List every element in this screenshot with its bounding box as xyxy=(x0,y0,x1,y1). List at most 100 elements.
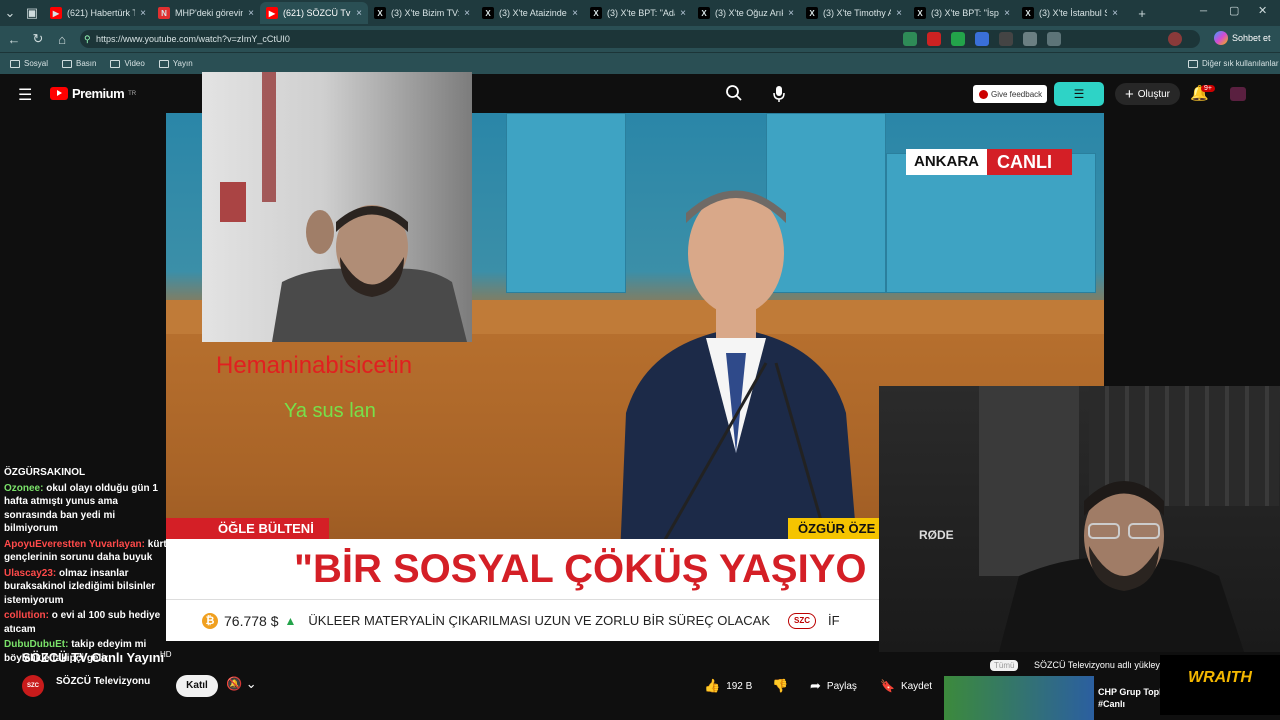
copilot-icon xyxy=(1214,31,1228,45)
tab-close-icon[interactable]: × xyxy=(140,8,146,19)
workspaces-icon[interactable]: ▣ xyxy=(20,5,44,21)
url-text: https://www.youtube.com/watch?v=zImY_cCt… xyxy=(96,34,290,44)
channel-avatar[interactable]: SZC xyxy=(22,675,44,697)
microphone-icon[interactable] xyxy=(772,85,786,103)
extension-icon[interactable] xyxy=(999,32,1013,46)
bookmark-folder[interactable]: Video xyxy=(110,59,145,68)
tab-menu-chevron-icon[interactable]: ⌄ xyxy=(0,5,20,21)
wall-poster xyxy=(220,182,246,222)
folder-icon xyxy=(110,59,121,68)
extensions-puzzle-icon[interactable] xyxy=(1047,32,1061,46)
mic-brand: RØDE xyxy=(919,528,954,542)
tab-title: (3) X'te BPT: "İspan xyxy=(931,8,999,18)
ticker-text: ÜKLEER MATERYALİN ÇIKARILMASI UZUN VE ZO… xyxy=(308,613,770,628)
youtube-premium-logo[interactable]: Premium TR xyxy=(50,86,136,101)
bookmark-folder[interactable]: Sosyal xyxy=(10,59,48,68)
back-arrow-icon[interactable]: ← xyxy=(2,32,26,47)
feedback-icon xyxy=(979,89,988,99)
copilot-chat-button[interactable]: Sohbet et xyxy=(1214,31,1271,45)
bookmark-folder[interactable]: Yayın xyxy=(158,59,193,68)
window-minimize-button[interactable]: ─ xyxy=(1200,6,1207,17)
chat-message: ApoyuEverestten Yuvarlayan: kürt gençler… xyxy=(0,538,175,565)
browser-tab[interactable]: X (3) X'te Timothy As × xyxy=(800,2,908,24)
bookmarks-bar: Sosyal Basın Video Yayın Diğer sık kulla… xyxy=(0,52,1280,74)
new-tab-button[interactable]: + xyxy=(1130,6,1154,21)
related-thumbnail[interactable] xyxy=(944,676,1094,720)
account-avatar[interactable] xyxy=(1230,87,1246,101)
browser-tab[interactable]: X (3) X'te İstanbul So × xyxy=(1016,2,1124,24)
news-ticker: ₿ 76.778 $ ▲ ÜKLEER MATERYALİN ÇIKARILMA… xyxy=(166,599,879,641)
related-video-title[interactable]: CHP Grup Topl #Canlı xyxy=(1098,686,1162,710)
location-label: ANKARA xyxy=(906,149,987,175)
chat-username: Ulascay23: xyxy=(4,567,57,579)
logo-country: TR xyxy=(128,90,137,97)
youtube-icon: ▶ xyxy=(266,7,278,19)
extension-icon[interactable] xyxy=(1023,32,1037,46)
reload-icon[interactable]: ↻ xyxy=(26,31,50,47)
chip-all[interactable]: Tümü xyxy=(990,660,1019,671)
save-button[interactable]: 🔖 Kaydet xyxy=(880,675,932,697)
give-feedback-button[interactable]: Give feedback xyxy=(973,85,1047,103)
chat-username: ÖZGÜRSAKINOL xyxy=(4,467,86,478)
browser-tab[interactable]: X (3) X'te BPT: "Adan × xyxy=(584,2,692,24)
bookmark-folder[interactable]: Basın xyxy=(62,59,96,68)
create-button[interactable]: + Oluştur xyxy=(1115,83,1180,105)
chat-message: Ozonee: okul olayı olduğu gün 1 hafta at… xyxy=(0,482,175,536)
bitcoin-icon: ₿ xyxy=(202,612,218,629)
join-button[interactable]: Katıl xyxy=(176,675,218,697)
extension-icon[interactable] xyxy=(927,32,941,46)
webcam-overlay-left xyxy=(202,72,472,342)
dislike-button[interactable]: 👎 xyxy=(772,675,788,697)
window-close-button[interactable]: ✕ xyxy=(1258,4,1267,17)
browser-tab[interactable]: X (3) X'te BPT: "İspan × xyxy=(908,2,1016,24)
like-button[interactable]: 👍 192 B xyxy=(704,675,752,697)
extension-menu-button[interactable]: ☰ xyxy=(1054,82,1104,106)
tab-close-icon[interactable]: × xyxy=(680,8,686,19)
tab-title: (3) X'te BPT: "Adan xyxy=(607,8,675,18)
extension-icon[interactable] xyxy=(903,32,917,46)
translate-icon[interactable] xyxy=(975,32,989,46)
browser-tab[interactable]: X (3) X'te Oğuz Arıkb × xyxy=(692,2,800,24)
tab-close-icon[interactable]: × xyxy=(896,8,902,19)
x-icon: X xyxy=(590,7,602,19)
overlay-text-green: Ya sus lan xyxy=(284,400,376,422)
ticker-tail: İF xyxy=(828,613,840,628)
tab-close-icon[interactable]: × xyxy=(572,8,578,19)
logo-text: Premium xyxy=(72,86,125,101)
hamburger-menu-icon[interactable]: ☰ xyxy=(18,85,32,105)
browser-tab[interactable]: X (3) X'te Bizim TV: "A × xyxy=(368,2,476,24)
chip-channel[interactable]: SÖZCÜ Televizyonu adlı yükleyi xyxy=(1034,660,1162,670)
tab-close-icon[interactable]: × xyxy=(464,8,470,19)
webcam-overlay-right: RØDE xyxy=(879,386,1280,652)
chat-username: Ozonee: xyxy=(4,482,44,494)
thumbs-down-icon: 👎 xyxy=(772,678,789,693)
profile-avatar[interactable] xyxy=(1168,32,1182,46)
home-icon[interactable]: ⌂ xyxy=(50,32,74,47)
other-bookmarks[interactable]: Diğer sık kullanılanlar xyxy=(1188,59,1278,68)
tab-close-icon[interactable]: × xyxy=(248,8,254,19)
tab-title: (3) X'te İstanbul So xyxy=(1039,8,1107,18)
tab-close-icon[interactable]: × xyxy=(1112,8,1118,19)
thumbs-up-icon: 👍 xyxy=(704,678,721,693)
share-button[interactable]: ➦ Paylaş xyxy=(810,675,857,697)
site-info-icon[interactable]: ⚲ xyxy=(84,30,91,48)
window-maximize-button[interactable]: ▢ xyxy=(1229,4,1239,17)
folder-icon xyxy=(62,59,73,68)
search-icon[interactable] xyxy=(725,84,743,102)
folder-icon xyxy=(1188,59,1198,68)
browser-tab[interactable]: ▶ (621) SÖZCÜ Tv × xyxy=(260,2,368,24)
channel-name[interactable]: SÖZCÜ Televizyonu xyxy=(56,676,150,687)
tab-close-icon[interactable]: × xyxy=(356,8,362,19)
streamer-figure xyxy=(999,481,1244,652)
tab-close-icon[interactable]: × xyxy=(1004,8,1010,19)
browser-tab[interactable]: ▶ (621) Habertürk TV × xyxy=(44,2,152,24)
extension-icon[interactable] xyxy=(951,32,965,46)
video-title: SÖZCÜ TV Canlı Yayını xyxy=(22,650,165,665)
tab-close-icon[interactable]: × xyxy=(788,8,794,19)
chat-label: Sohbet et xyxy=(1232,33,1271,43)
tab-title: (3) X'te Timothy As xyxy=(823,8,892,18)
like-count: 192 B xyxy=(726,680,753,692)
browser-tab[interactable]: N MHP'deki görevind × xyxy=(152,2,260,24)
browser-tab[interactable]: X (3) X'te AtaizindeYo × xyxy=(476,2,584,24)
subscribe-notification-icon[interactable]: 🔕 ⌄ xyxy=(226,676,257,692)
